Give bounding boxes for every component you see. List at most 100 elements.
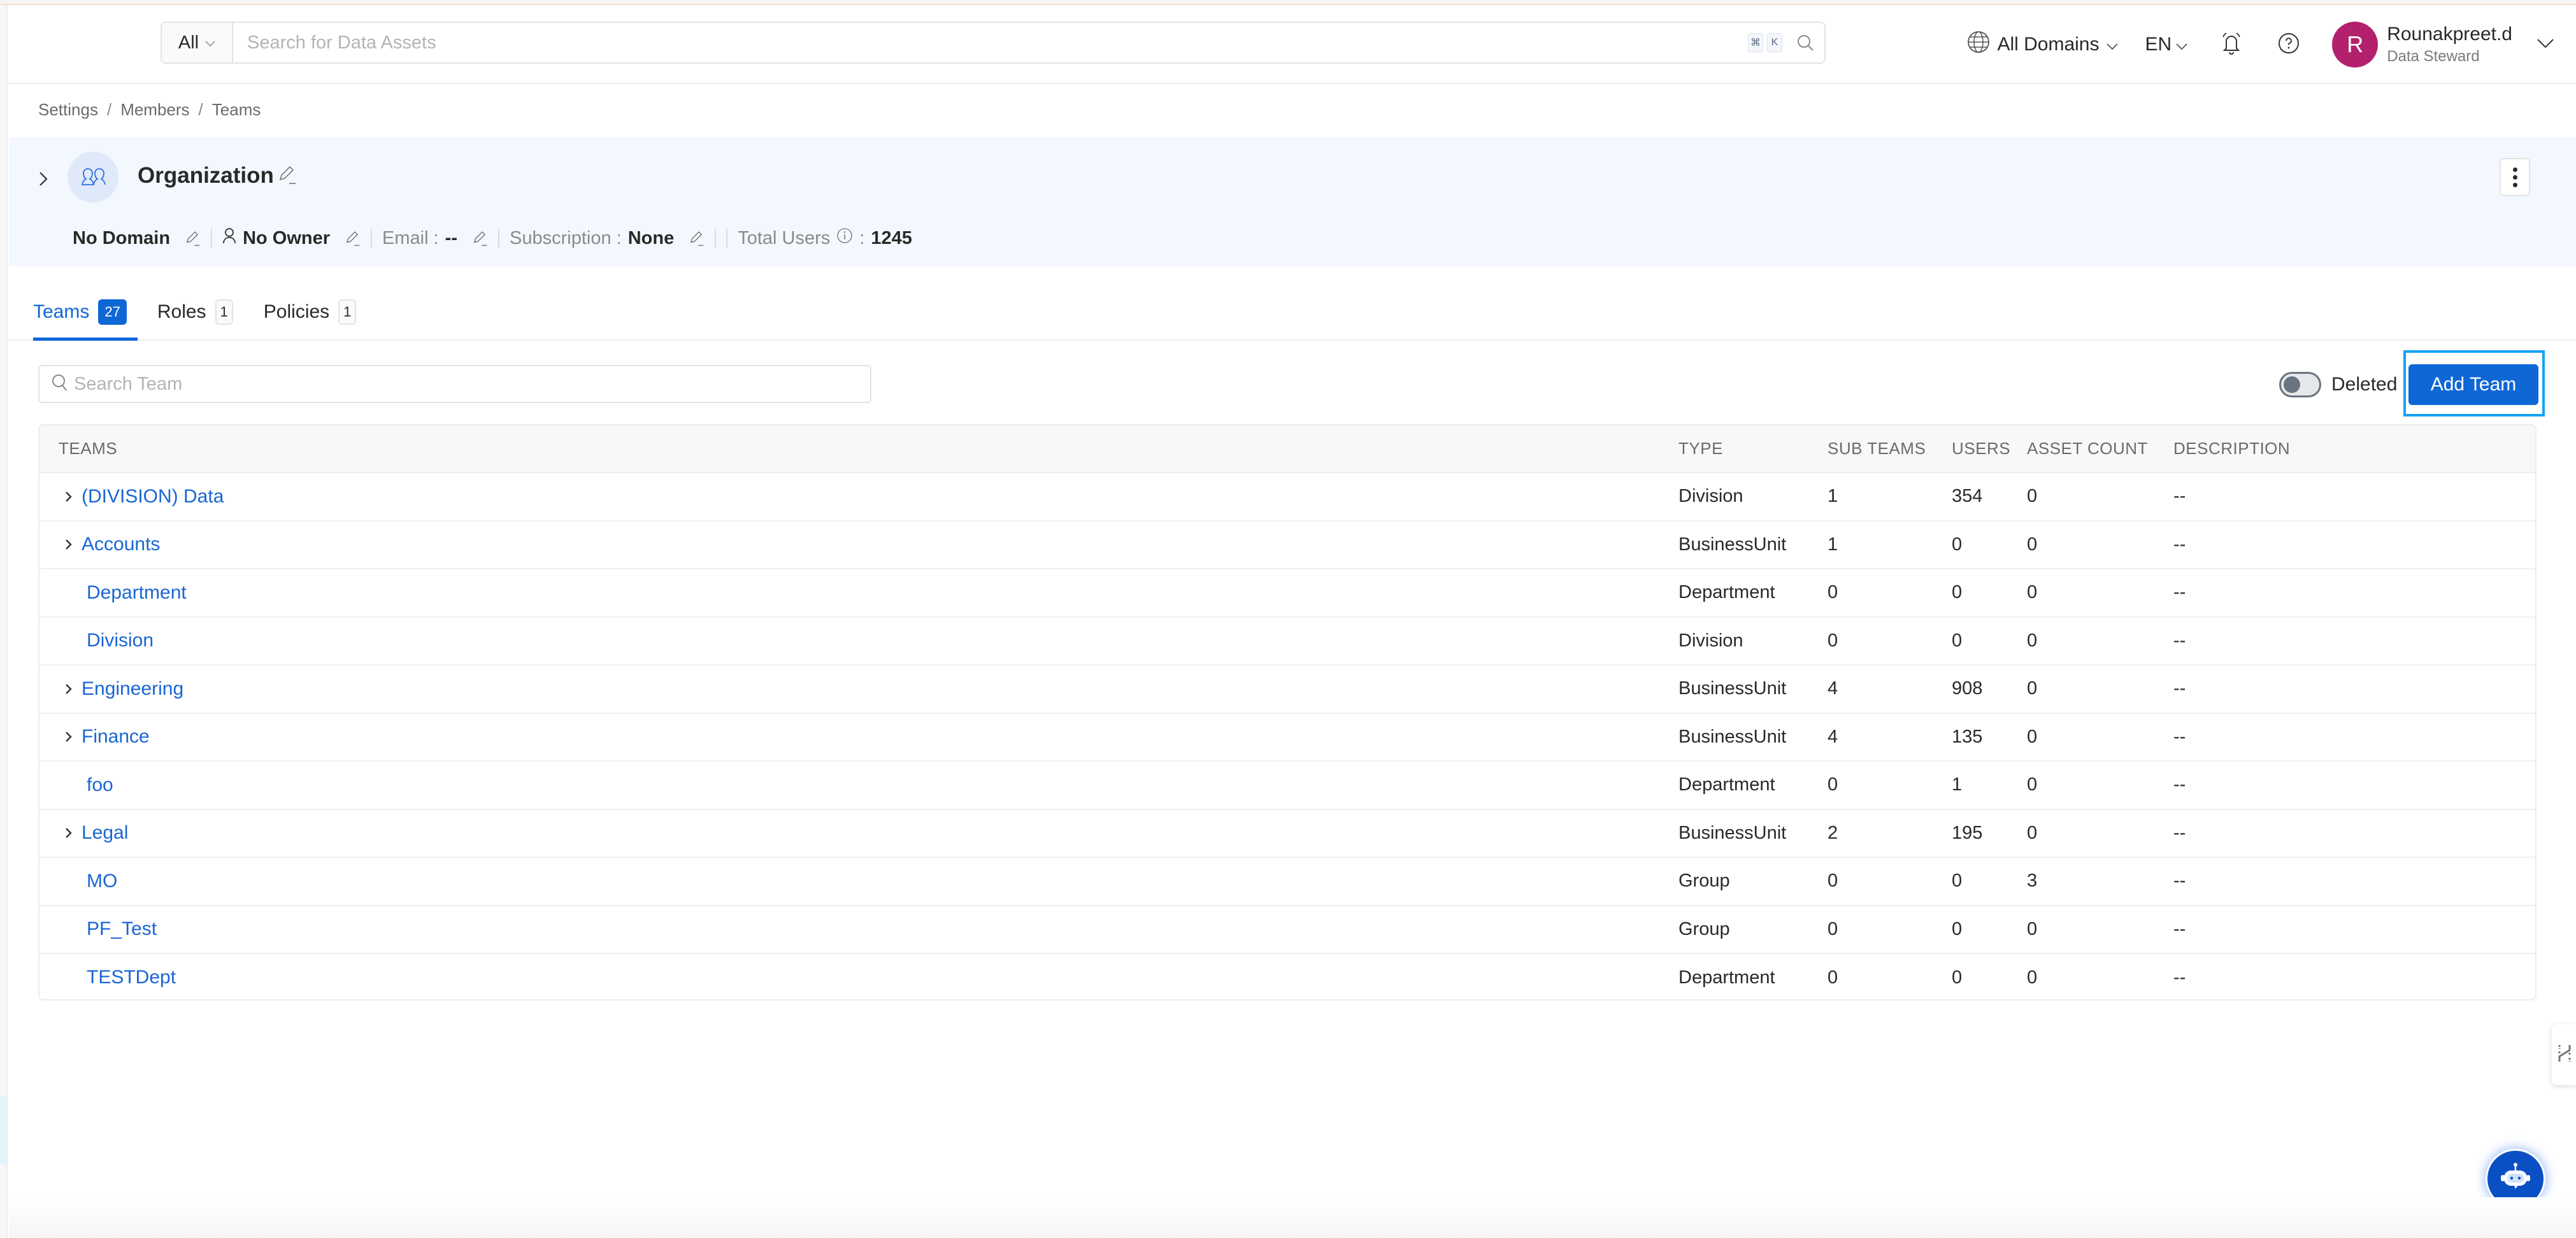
team-cell: Accounts [60, 534, 1678, 555]
chevron-down-icon [2106, 34, 2119, 55]
subscription-label: Subscription : [510, 227, 622, 248]
tab-count-badge: 1 [215, 299, 233, 325]
edit-email-icon[interactable] [471, 230, 488, 246]
team-name-link[interactable]: Engineering [82, 678, 183, 700]
side-panel-toggle[interactable] [2552, 1024, 2576, 1085]
team-name-link[interactable]: foo [87, 774, 113, 796]
team-name-link[interactable]: Department [87, 582, 187, 604]
sub-teams-cell: 0 [1828, 630, 1838, 651]
column-header-type: TYPE [1678, 439, 1723, 458]
bell-icon [2221, 31, 2242, 59]
column-header-asset-count: ASSET COUNT [2027, 439, 2148, 458]
chevron-right-icon[interactable] [38, 171, 50, 190]
expand-row-chevron-icon[interactable] [60, 683, 78, 695]
subscription-field: Subscription : None [510, 228, 705, 249]
left-sidebar-rail [0, 5, 8, 1238]
table-row: Department Department 0 0 0 -- [39, 569, 2535, 617]
language-dropdown[interactable]: EN [2145, 34, 2189, 55]
divider [715, 229, 717, 248]
team-cell: TESTDept [60, 967, 1678, 988]
tab-bar: Teams 27 Roles 1 Policies 1 [33, 297, 357, 327]
active-tab-indicator [33, 338, 138, 341]
navbar-right: All Domains EN R Rounakpreet.d Data Stew… [1966, 19, 2576, 70]
expand-row-chevron-icon[interactable] [60, 538, 78, 551]
tab-label: Teams [33, 301, 90, 322]
description-cell: -- [2173, 774, 2186, 795]
more-options-button[interactable] [2500, 158, 2530, 196]
kebab-dot [2512, 167, 2517, 172]
team-name-link[interactable]: Division [87, 630, 154, 651]
description-cell: -- [2173, 871, 2186, 892]
tab-count-badge: 27 [98, 299, 127, 325]
tab-roles[interactable]: Roles 1 [157, 297, 233, 327]
user-menu-chevron-icon[interactable] [2537, 38, 2554, 52]
table-row: Division Division 0 0 0 -- [39, 617, 2535, 665]
domains-dropdown[interactable]: All Domains [1966, 30, 2118, 59]
asset-count-cell: 0 [2027, 486, 2038, 507]
user-name: Rounakpreet.d [2387, 24, 2512, 45]
asset-count-cell: 0 [2027, 678, 2038, 699]
team-name-link[interactable]: PF_Test [87, 918, 157, 940]
team-name-link[interactable]: TESTDept [87, 967, 176, 988]
tab-policies[interactable]: Policies 1 [264, 297, 357, 327]
asset-count-cell: 0 [2027, 918, 2038, 939]
org-metadata-row: No Domain No Owner Email : -- Subscripti… [73, 225, 912, 251]
org-title: Organization [138, 163, 274, 188]
expand-row-chevron-icon[interactable] [60, 827, 78, 839]
edit-domain-icon[interactable] [184, 230, 201, 246]
add-team-button[interactable]: Add Team [2408, 364, 2538, 405]
user-avatar[interactable]: R [2332, 22, 2379, 68]
expand-row-chevron-icon[interactable] [60, 490, 78, 503]
search-icon [51, 373, 69, 395]
shortcut-key-k: K [1767, 33, 1782, 52]
notifications-button[interactable] [2217, 31, 2245, 59]
column-header-teams: TEAMS [59, 439, 118, 458]
breadcrumb-settings[interactable]: Settings [38, 100, 98, 120]
team-name-link[interactable]: Accounts [82, 534, 160, 555]
team-search-input[interactable] [74, 373, 870, 395]
chevron-down-icon [2175, 34, 2188, 55]
breadcrumb: Settings / Members / Teams [38, 100, 261, 120]
help-button[interactable] [2275, 31, 2303, 59]
table-row: Finance BusinessUnit 4 135 0 -- [39, 713, 2535, 761]
edit-owner-icon[interactable] [344, 230, 361, 246]
info-icon[interactable] [836, 227, 853, 249]
description-cell: -- [2173, 486, 2186, 507]
deleted-toggle-group: Deleted [2279, 372, 2397, 397]
search-scope-label: All [178, 32, 199, 53]
global-search-input[interactable] [233, 23, 1748, 62]
team-name-link[interactable]: MO [87, 871, 117, 892]
tabs-divider [9, 339, 2576, 341]
user-icon [222, 227, 236, 249]
breadcrumb-members[interactable]: Members [120, 100, 189, 120]
team-type-cell: BusinessUnit [1678, 534, 1787, 555]
table-body: (DIVISION) Data Division 1 354 0 -- Acco… [39, 473, 2535, 999]
edit-subscription-icon[interactable] [688, 230, 705, 246]
email-value: -- [445, 227, 457, 248]
table-header-row: TEAMS TYPE SUB TEAMS USERS ASSET COUNT D… [39, 425, 2535, 473]
search-icon[interactable] [1786, 33, 1824, 52]
colon: : [859, 227, 865, 248]
users-cell: 0 [1952, 582, 1963, 603]
tab-count-badge: 1 [338, 299, 357, 325]
search-scope-dropdown[interactable]: All [162, 23, 233, 62]
tab-teams[interactable]: Teams 27 [33, 297, 127, 327]
deleted-toggle[interactable] [2279, 372, 2321, 397]
sidebar-highlight [0, 1096, 6, 1165]
sub-teams-cell: 0 [1828, 967, 1838, 988]
table-row: MO Group 0 0 3 -- [39, 857, 2535, 906]
edit-name-icon[interactable] [276, 164, 297, 188]
sub-teams-cell: 0 [1828, 871, 1838, 892]
team-name-link[interactable]: (DIVISION) Data [82, 486, 224, 508]
column-header-sub-teams: SUB TEAMS [1828, 439, 1926, 458]
sub-teams-cell: 4 [1828, 726, 1838, 747]
team-type-cell: Group [1678, 918, 1730, 939]
org-avatar [68, 152, 118, 203]
description-cell: -- [2173, 967, 2186, 988]
sub-teams-cell: 1 [1828, 534, 1838, 555]
user-info[interactable]: Rounakpreet.d Data Steward [2387, 24, 2512, 66]
team-name-link[interactable]: Legal [82, 822, 128, 844]
team-name-link[interactable]: Finance [82, 726, 150, 748]
table-row: (DIVISION) Data Division 1 354 0 -- [39, 473, 2535, 521]
expand-row-chevron-icon[interactable] [60, 730, 78, 743]
